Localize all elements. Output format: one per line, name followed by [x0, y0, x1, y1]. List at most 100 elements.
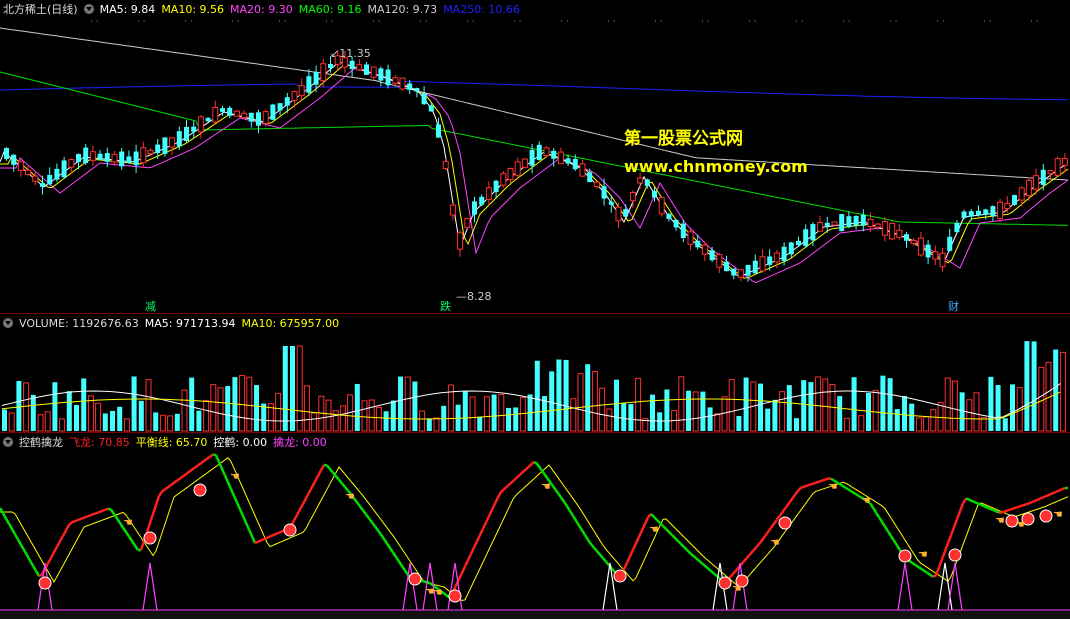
fly-dragon-segment: [760, 535, 767, 541]
fly-dragon-segment: [385, 542, 392, 549]
ma-legend-item: MA5: 9.84: [99, 2, 156, 16]
red-ball-icon: [143, 531, 157, 545]
volume-bar-up: [728, 378, 735, 432]
fly-dragon-segment: [871, 507, 878, 514]
indicator-legend-item: 飞龙: 70.85: [69, 436, 130, 449]
timeline-scrollbar[interactable]: [0, 611, 1070, 619]
stock-title: 北方稀土(日线): [3, 3, 78, 16]
fly-dragon-segment: [784, 502, 791, 508]
ma-legend-item: MA120: 9.73: [367, 2, 438, 16]
red-ball-icon: [718, 576, 732, 590]
candle-down: [695, 240, 701, 248]
top-dot-marker: · ·: [795, 17, 804, 27]
fly-dragon-segment: [460, 565, 467, 574]
fly-dragon-segment: [1, 512, 8, 520]
fly-dragon-segment: [923, 569, 928, 574]
candle-down: [191, 126, 197, 132]
volume-bar-down: [585, 364, 591, 431]
fly-dragon-segment: [484, 515, 491, 523]
fly-dragon-segment: [590, 543, 595, 549]
collapse-icon[interactable]: [3, 437, 13, 447]
fly-dragon-segment: [133, 544, 140, 551]
fly-dragon-segment: [983, 504, 988, 509]
fly-dragon-segment: [637, 529, 644, 538]
fly-dragon-segment: [185, 470, 190, 476]
candle-down: [40, 183, 45, 187]
candle-down: [97, 153, 103, 160]
collapse-icon[interactable]: [83, 4, 94, 14]
fly-dragon-segment: [295, 508, 302, 516]
hand-pointer-icon: ☚: [541, 480, 551, 493]
fly-dragon-segment: [214, 454, 221, 463]
fly-dragon-segment: [92, 512, 97, 516]
volume-bar-up: [678, 376, 685, 432]
fly-dragon-segment: [403, 569, 410, 576]
candle-down: [76, 154, 81, 162]
fly-dragon-segment: [382, 538, 389, 545]
fly-dragon-segment: [821, 478, 826, 482]
hand-pointer-icon: ☚: [649, 523, 659, 536]
red-ball-icon: [613, 569, 627, 583]
candle-down: [61, 160, 67, 178]
fly-dragon-segment: [1061, 486, 1066, 491]
price-panel[interactable]: 北方稀土(日线) MA5: 9.84 MA10: 9.56 MA20: 9.30 MA…: [0, 0, 1070, 313]
volume-bar-down: [2, 409, 7, 431]
red-ball-icon: [778, 516, 792, 530]
fly-dragon-segment: [310, 480, 317, 488]
fly-dragon-segment: [443, 592, 448, 597]
volume-bar-up: [404, 376, 411, 432]
signal-spike: [947, 562, 963, 611]
fly-dragon-segment: [244, 522, 251, 531]
candle-up: [89, 151, 96, 161]
ma-legend-item: MA60: 9.16: [298, 2, 362, 16]
fly-dragon-segment: [49, 551, 56, 559]
fly-dragon-segment: [323, 463, 328, 467]
volume-bar-down: [513, 407, 519, 431]
candle-up: [140, 147, 147, 164]
fly-dragon-segment: [889, 535, 896, 542]
candle-down: [788, 242, 794, 255]
fly-dragon-segment: [968, 498, 973, 503]
fly-dragon-segment: [698, 559, 703, 565]
fly-dragon-segment: [4, 517, 11, 525]
fly-dragon-segment: [77, 517, 82, 522]
volume-bar-down: [225, 386, 231, 431]
fly-dragon-segment: [457, 572, 464, 580]
top-dot-marker: · ·: [325, 17, 334, 27]
volume-bar-down: [110, 410, 115, 431]
volume-bar-up: [519, 397, 526, 432]
indicator-name: 控鹤擒龙: [19, 436, 63, 449]
collapse-icon[interactable]: [3, 318, 13, 328]
volume-bar-down: [412, 381, 418, 431]
fly-dragon-segment: [254, 540, 259, 545]
fly-dragon-segment: [961, 497, 968, 504]
candlestick-chart[interactable]: · · · · · · · · · · · · · · · · · · · · · · · · · · ·…: [0, 0, 1070, 313]
fly-dragon-segment: [95, 510, 100, 515]
candle-up: [997, 201, 1004, 219]
fly-dragon-segment: [469, 547, 476, 555]
candle-up: [449, 204, 456, 216]
fly-dragon-segment: [527, 463, 532, 469]
fly-dragon-segment: [704, 564, 709, 570]
top-dot-marker: · ·: [560, 17, 569, 27]
fly-dragon-segment: [772, 518, 779, 525]
indicator-panel[interactable]: 控鹤擒龙 飞龙: 70.85 平衡线: 65.70 控鹤: 0.00 擒龙: 0.00…: [0, 433, 1070, 611]
fly-dragon-segment: [1049, 491, 1054, 496]
indicator-chart[interactable]: ☚☚☚☚☚☚☚☚☚☚☚☚☚ ☚☚: [0, 433, 1070, 611]
candle-up: [370, 66, 377, 78]
fly-dragon-segment: [559, 496, 566, 503]
top-dot-marker: · ·: [748, 17, 757, 27]
volume-bar-down: [52, 382, 58, 431]
volume-panel[interactable]: VOLUME: 1192676.63 MA5: 971713.94 MA10: …: [0, 314, 1070, 432]
candle-up: [701, 244, 708, 255]
candle-down: [256, 112, 261, 126]
volume-bar-down: [758, 383, 763, 431]
fly-dragon-segment: [509, 480, 514, 485]
fly-dragon-segment: [746, 553, 751, 559]
volume-chart[interactable]: [0, 314, 1070, 432]
fly-dragon-segment: [391, 551, 398, 558]
fly-dragon-segment: [955, 510, 962, 520]
fly-dragon-segment: [376, 529, 383, 536]
fly-dragon-segment: [55, 540, 62, 548]
candle-down: [328, 63, 333, 69]
